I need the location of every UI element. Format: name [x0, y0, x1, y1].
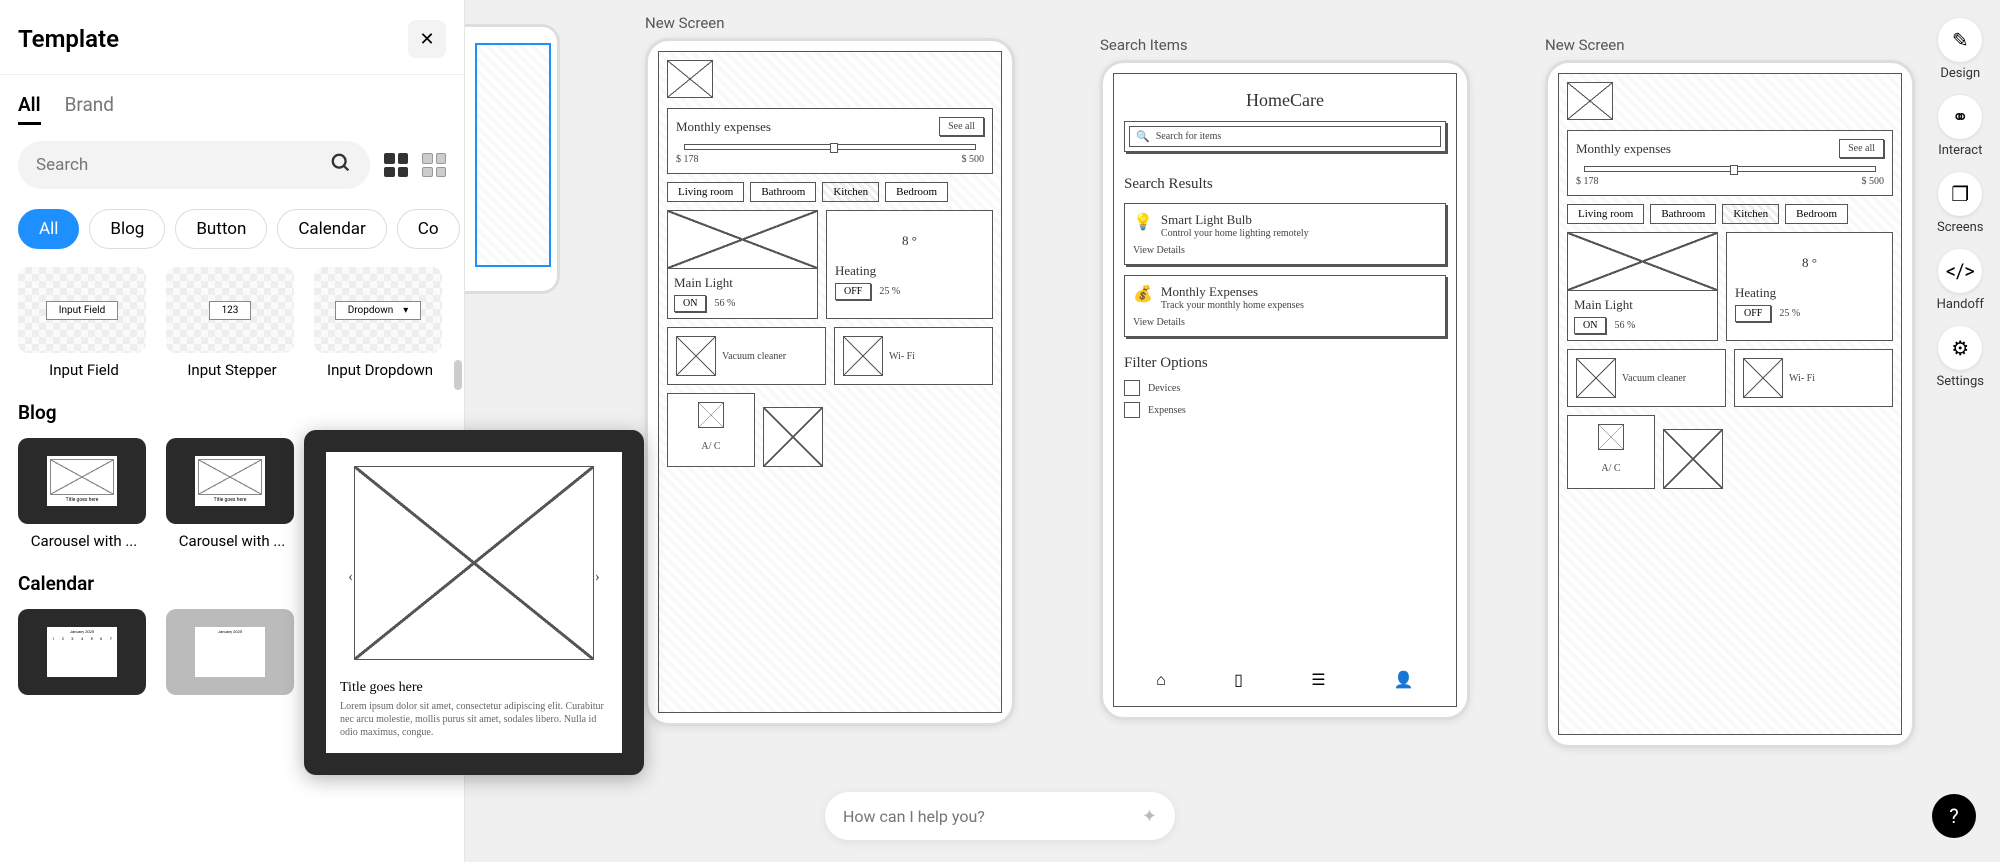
- image-placeholder-icon: [668, 211, 817, 269]
- tpl-carousel-1[interactable]: Title goes here Carousel with ...: [18, 438, 150, 550]
- image-placeholder-icon: [843, 336, 883, 376]
- image-placeholder-icon: [676, 336, 716, 376]
- tool-screens[interactable]: ❐Screens: [1937, 172, 1983, 235]
- view-details-link[interactable]: View Details: [1133, 317, 1437, 328]
- list-icon[interactable]: ☰: [1311, 670, 1325, 690]
- room-bed[interactable]: Bedroom: [885, 182, 948, 202]
- checkbox[interactable]: [1124, 380, 1140, 396]
- image-placeholder-icon: [698, 402, 724, 428]
- ai-assistant-bar[interactable]: ✦: [825, 792, 1175, 840]
- image-placeholder-icon: [1743, 358, 1783, 398]
- link-icon: ⚭: [1938, 95, 1982, 139]
- tool-settings[interactable]: ⚙Settings: [1937, 326, 1984, 389]
- filter-chips: All Blog Button Calendar Co: [0, 205, 464, 267]
- code-icon: </>: [1938, 249, 1982, 293]
- bulb-icon: 💡: [1133, 212, 1153, 239]
- tpl-calendar-1[interactable]: January 20251234567: [18, 609, 150, 703]
- tpl-input-dropdown[interactable]: Dropdown▾ Input Dropdown: [314, 267, 446, 379]
- panel-title: Template: [18, 25, 119, 53]
- tpl-calendar-2[interactable]: January 2025: [166, 609, 298, 703]
- result-item[interactable]: 💰Monthly ExpensesTrack your monthly home…: [1124, 275, 1446, 337]
- room-kitchen[interactable]: Kitchen: [822, 182, 879, 202]
- tpl-carousel-2[interactable]: Title goes here Carousel with ...: [166, 438, 298, 550]
- logo-placeholder-icon: [1567, 82, 1613, 120]
- chevron-right-icon: ›: [595, 568, 600, 586]
- tool-interact[interactable]: ⚭Interact: [1938, 95, 1982, 158]
- image-placeholder-icon: [1576, 358, 1616, 398]
- chip-blog[interactable]: Blog: [89, 209, 165, 249]
- canvas[interactable]: New Screen Monthly expenses See all $ 17…: [465, 0, 1925, 862]
- search-icon: [330, 152, 352, 179]
- chevron-down-icon: ▾: [403, 305, 408, 316]
- drag-preview[interactable]: ‹ › Title goes here Lorem ipsum dolor si…: [304, 430, 644, 775]
- placeholder-image-icon: [354, 466, 594, 660]
- tab-all[interactable]: All: [18, 93, 41, 125]
- preview-title: Title goes here: [340, 680, 608, 696]
- device-icon[interactable]: ▯: [1234, 670, 1243, 690]
- frame-search-items[interactable]: Search Items HomeCare 🔍 Search for items…: [1100, 36, 1470, 720]
- room-living[interactable]: Living room: [667, 182, 744, 202]
- view-details-link[interactable]: View Details: [1133, 245, 1437, 256]
- home-icon[interactable]: ⌂: [1156, 670, 1166, 690]
- frame-new-screen-2[interactable]: New Screen Monthly expenses See all $ 17…: [1545, 36, 1915, 748]
- logo-placeholder-icon: [667, 60, 713, 98]
- image-placeholder-icon: [1663, 429, 1723, 489]
- tool-design[interactable]: ✎Design: [1938, 18, 1982, 81]
- search-icon: 🔍: [1136, 130, 1150, 143]
- search-box[interactable]: [18, 141, 370, 189]
- money-icon: 💰: [1133, 284, 1153, 311]
- app-title: HomeCare: [1124, 90, 1446, 111]
- help-button[interactable]: ?: [1932, 794, 1976, 838]
- chevron-left-icon: ‹: [348, 568, 353, 586]
- toggle-on[interactable]: ON: [674, 295, 706, 312]
- chip-all[interactable]: All: [18, 209, 79, 249]
- pencil-icon: ✎: [1938, 18, 1982, 62]
- chip-calendar[interactable]: Calendar: [277, 209, 386, 249]
- tab-brand[interactable]: Brand: [65, 93, 114, 125]
- section-blog: Blog: [18, 401, 446, 424]
- layers-icon: ❐: [1938, 172, 1982, 216]
- grid-view-icon[interactable]: [384, 153, 408, 177]
- scrollbar-thumb[interactable]: [454, 360, 462, 390]
- tpl-input-field[interactable]: Input Field Input Field: [18, 267, 150, 379]
- partial-frame[interactable]: [465, 24, 560, 294]
- tpl-input-stepper[interactable]: 123 Input Stepper: [166, 267, 298, 379]
- chip-button[interactable]: Button: [175, 209, 267, 249]
- image-placeholder-icon: [1598, 424, 1624, 450]
- ai-input[interactable]: [843, 807, 1142, 826]
- sparkle-icon: ✦: [1142, 806, 1157, 827]
- image-placeholder-icon: [763, 407, 823, 467]
- see-all-button[interactable]: See all: [1839, 139, 1884, 158]
- right-toolbar: ✎Design ⚭Interact ❐Screens </>Handoff ⚙S…: [1937, 18, 1984, 389]
- close-button[interactable]: ✕: [408, 20, 446, 58]
- result-item[interactable]: 💡Smart Light BulbControl your home light…: [1124, 203, 1446, 265]
- chip-more[interactable]: Co: [397, 209, 460, 249]
- preview-desc: Lorem ipsum dolor sit amet, consectetur …: [340, 700, 608, 739]
- tool-handoff[interactable]: </>Handoff: [1937, 249, 1984, 312]
- gear-icon: ⚙: [1938, 326, 1982, 370]
- user-icon[interactable]: 👤: [1394, 670, 1414, 690]
- frame-new-screen-1[interactable]: New Screen Monthly expenses See all $ 17…: [645, 14, 1015, 726]
- checkbox[interactable]: [1124, 402, 1140, 418]
- room-bath[interactable]: Bathroom: [750, 182, 816, 202]
- panel-tabs: All Brand: [0, 75, 464, 125]
- image-placeholder-icon: [1568, 233, 1717, 291]
- toggle-off[interactable]: OFF: [835, 283, 871, 300]
- see-all-button[interactable]: See all: [939, 117, 984, 136]
- search-input[interactable]: [36, 155, 330, 175]
- list-view-icon[interactable]: [422, 153, 446, 177]
